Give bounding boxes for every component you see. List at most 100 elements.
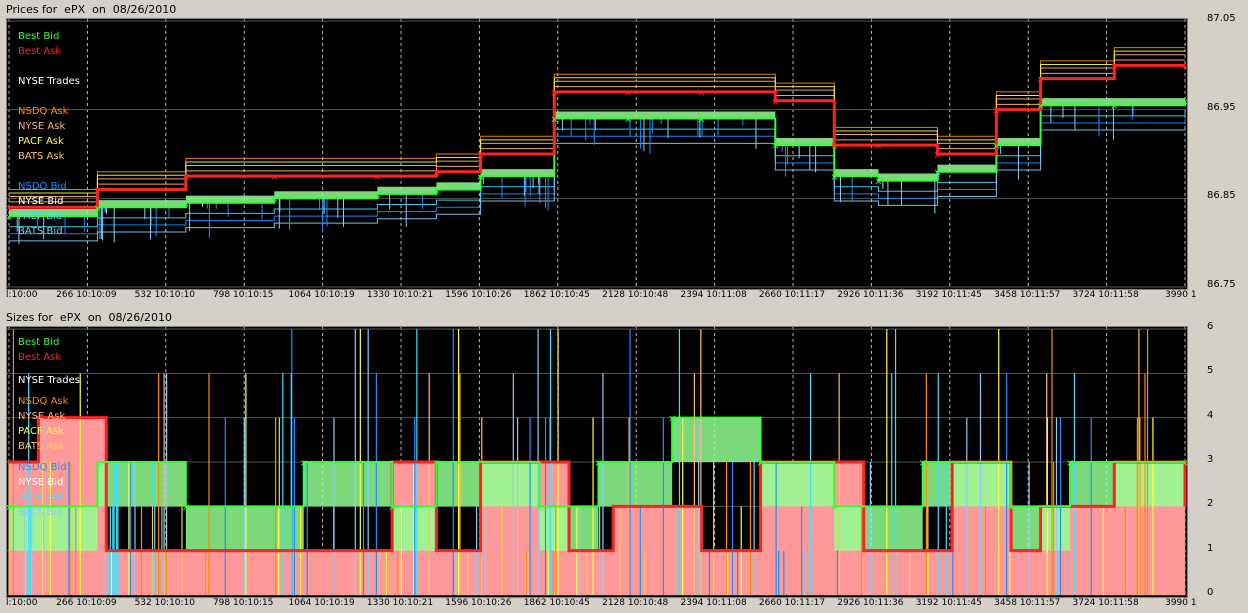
point-best-ask-3: × xyxy=(270,172,278,183)
legend-pacf-ask: PACF Ask xyxy=(18,136,64,147)
point-best-bid-5: × xyxy=(432,185,440,196)
y-tick-3: 86.75 xyxy=(1207,279,1236,290)
legend-nsdq-bid: NSDQ Bid xyxy=(18,181,67,192)
x-tick-11: 2926 10:11:36 xyxy=(837,598,904,608)
point-best-bid-12: × xyxy=(874,177,882,188)
point-best-bid-14: × xyxy=(992,141,1000,152)
point-best-bid-size-7: × xyxy=(594,458,602,469)
legend-bats-ask: BATS Ask xyxy=(18,151,65,162)
legend-nyse-ask: NYSE Ask xyxy=(18,121,66,132)
y-tick-5: 1 xyxy=(1207,542,1214,554)
x-tick-11: 2926 10:11:36 xyxy=(837,290,904,300)
y-tick-6: 0 xyxy=(1207,587,1214,598)
point-best-ask-13: × xyxy=(933,150,941,161)
point-best-bid-size-12: × xyxy=(1007,502,1015,513)
point-best-ask-7: × xyxy=(550,88,558,99)
point-best-bid-9: × xyxy=(697,115,705,126)
legend-bats-ask: BATS Ask xyxy=(18,441,65,452)
sizes-plot: ××××××××××××××× Best BidBest AskNYSE Tra… xyxy=(6,326,1188,598)
x-tick-10: 2660 10:11:17 xyxy=(758,290,826,300)
legend-nsdq-ask: NSDQ Ask xyxy=(18,396,69,407)
point-best-bid-size-0: × xyxy=(7,502,13,513)
point-best-bid-6: × xyxy=(476,172,484,183)
point-best-bid-3: × xyxy=(270,194,278,205)
point-best-bid-size-9: × xyxy=(756,458,764,469)
x-tick-5: 1330 10:10:21 xyxy=(366,598,434,608)
prices-title: Prices for ePX on 08/26/2010 xyxy=(6,3,177,16)
legend-pacf-ask: PACF Ask xyxy=(18,426,64,437)
point-best-ask-5: × xyxy=(432,168,440,179)
x-tick-12: 3192 10:11:45 xyxy=(915,290,982,300)
x-tick-8: 2128 10:10:48 xyxy=(602,598,669,608)
point-best-ask-9: × xyxy=(697,88,705,99)
x-tick-14: 3724 10:11:58 xyxy=(1072,598,1139,608)
point-best-bid-7: × xyxy=(550,115,558,126)
x-tick-5: 1330 10:10:21 xyxy=(366,290,434,300)
prices-y-axis: 87.05 86.95 86.85 86.75 xyxy=(1187,13,1245,290)
point-best-bid-size-4: × xyxy=(388,502,396,513)
point-best-bid-size-10: × xyxy=(830,502,838,513)
x-tick-4: 1064 10:10:19 xyxy=(288,598,355,608)
point-best-ask-15: × xyxy=(1036,75,1044,86)
point-best-bid-size-5: × xyxy=(432,458,440,469)
point-best-ask-1: × xyxy=(93,185,101,196)
legend-nyse-bid: NYSE Bid xyxy=(18,477,64,488)
point-best-bid-10: × xyxy=(771,141,779,152)
y-tick-4: 2 xyxy=(1207,498,1214,510)
x-tick-9: 2394 10:11:08 xyxy=(680,598,747,608)
prices-x-axis: l:10:00 266 10:10:09 532 10:10:10 798 10:10… xyxy=(6,290,1197,302)
point-best-ask-16: × xyxy=(1110,61,1118,72)
legend-nyse-trades: NYSE Trades xyxy=(18,76,81,87)
legend-nsdq-ask: NSDQ Ask xyxy=(18,106,69,117)
sizes-title: Sizes for ePX on 08/26/2010 xyxy=(6,311,172,324)
point-best-bid-8: × xyxy=(624,115,632,126)
legend-nyse-bid: NYSE Bid xyxy=(18,196,64,207)
point-best-bid-15: × xyxy=(1036,101,1044,112)
point-best-bid-4: × xyxy=(373,190,381,201)
y-tick-3: 3 xyxy=(1207,454,1214,465)
point-best-ask-2: × xyxy=(182,172,190,183)
prices-chart: ×××××××××××××××××××××××××××××××××××× xyxy=(7,19,1187,289)
point-best-ask-12: × xyxy=(874,141,882,152)
point-best-bid-size-2: × xyxy=(182,502,190,513)
x-tick-15: 3990 1 xyxy=(1165,598,1197,608)
x-tick-7: 1862 10:10:45 xyxy=(523,598,590,608)
legend-nsdq-bid: NSDQ Bid xyxy=(18,462,67,473)
legend-bats-bid: BATS Bid xyxy=(18,226,63,237)
x-tick-7: 1862 10:10:45 xyxy=(523,290,590,300)
legend-nyse-ask: NYSE Ask xyxy=(18,411,66,422)
point-best-ask-14: × xyxy=(992,106,1000,117)
point-best-bid-1: × xyxy=(93,203,101,214)
point-best-bid-13: × xyxy=(933,168,941,179)
point-best-bid-11: × xyxy=(830,172,838,183)
x-tick-0: l:10:00 xyxy=(6,290,38,300)
sizes-x-axis: l:10:00 266 10:10:09 532 10:10:10 798 10:10… xyxy=(6,598,1197,610)
bid-fill-band xyxy=(9,93,1185,217)
y-tick-1: 5 xyxy=(1207,365,1214,377)
point-best-bid-size-3: × xyxy=(300,458,308,469)
point-best-bid-size-8: × xyxy=(668,414,676,425)
point-best-ask-8: × xyxy=(624,88,632,99)
x-tick-2: 532 10:10:10 xyxy=(134,290,196,300)
x-tick-10: 2660 10:11:17 xyxy=(758,598,826,608)
y-tick-0: 87.05 xyxy=(1207,13,1236,24)
x-tick-0: l:10:00 xyxy=(6,598,38,608)
sizes-y-axis: 6 5 4 3 2 1 0 xyxy=(1187,321,1245,598)
point-best-ask-4: × xyxy=(373,172,381,183)
point-best-ask-10: × xyxy=(771,97,779,108)
y-tick-0: 6 xyxy=(1207,321,1214,332)
point-best-bid-size-13: × xyxy=(1066,458,1074,469)
point-best-ask-0: × xyxy=(7,203,13,214)
x-tick-8: 2128 10:10:48 xyxy=(602,290,669,300)
legend-best-ask: Best Ask xyxy=(18,46,62,57)
legend-best-bid: Best Bid xyxy=(18,31,60,42)
x-tick-14: 3724 10:11:58 xyxy=(1072,290,1139,300)
x-tick-12: 3192 10:11:45 xyxy=(915,598,982,608)
x-tick-1: 266 10:10:09 xyxy=(56,290,117,300)
legend-nyse-trades: NYSE Trades xyxy=(18,375,81,386)
prices-legend: Best Bid Best Ask NYSE Trades NSDQ Ask NYSE … xyxy=(18,29,80,239)
x-tick-13: 3458 10:11:57 xyxy=(994,290,1061,300)
prices-panel: Prices for ePX on 08/26/2010 × × × × × × × × × × ×… xyxy=(0,0,1248,306)
point-best-bid-size-6: × xyxy=(535,502,543,513)
x-tick-6: 1596 10:10:26 xyxy=(445,290,512,300)
